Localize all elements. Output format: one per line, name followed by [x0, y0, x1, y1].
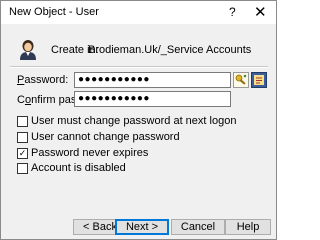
must-change-checkbox[interactable]	[17, 116, 28, 127]
new-user-dialog: New Object - User ? ✕ Create in: Brodiem…	[0, 0, 277, 240]
password-label-rest: assword:	[24, 74, 69, 86]
password-label: Password:	[17, 74, 68, 86]
user-icon	[20, 40, 36, 60]
password-field[interactable]: ●●●●●●●●●●●	[74, 72, 231, 88]
cancel-button[interactable]: Cancel	[171, 219, 225, 235]
password-policy-icon[interactable]	[251, 72, 267, 88]
create-in-path: Brodieman.Uk/_Service Accounts	[88, 44, 252, 56]
password-generator-icon[interactable]	[233, 72, 249, 88]
next-button[interactable]: Next >	[115, 219, 169, 235]
window-title: New Object - User	[9, 6, 99, 18]
cannot-change-checkbox[interactable]	[17, 132, 28, 143]
header-divider	[10, 66, 268, 68]
account-disabled-label: Account is disabled	[31, 162, 126, 174]
help-title-button[interactable]: ?	[229, 5, 236, 19]
help-button[interactable]: Help	[225, 219, 271, 235]
confirm-label-prefix: C	[17, 94, 25, 106]
account-disabled-checkbox[interactable]	[17, 163, 28, 174]
confirm-password-field[interactable]: ●●●●●●●●●●●	[74, 91, 231, 107]
close-icon[interactable]: ✕	[254, 3, 267, 21]
must-change-label: User must change password at next logon	[31, 115, 237, 127]
never-expires-checkbox[interactable]: ✓	[17, 148, 28, 159]
never-expires-label: Password never expires	[31, 147, 149, 159]
cannot-change-label: User cannot change password	[31, 131, 180, 143]
title-bar[interactable]: New Object - User ? ✕	[1, 1, 276, 24]
